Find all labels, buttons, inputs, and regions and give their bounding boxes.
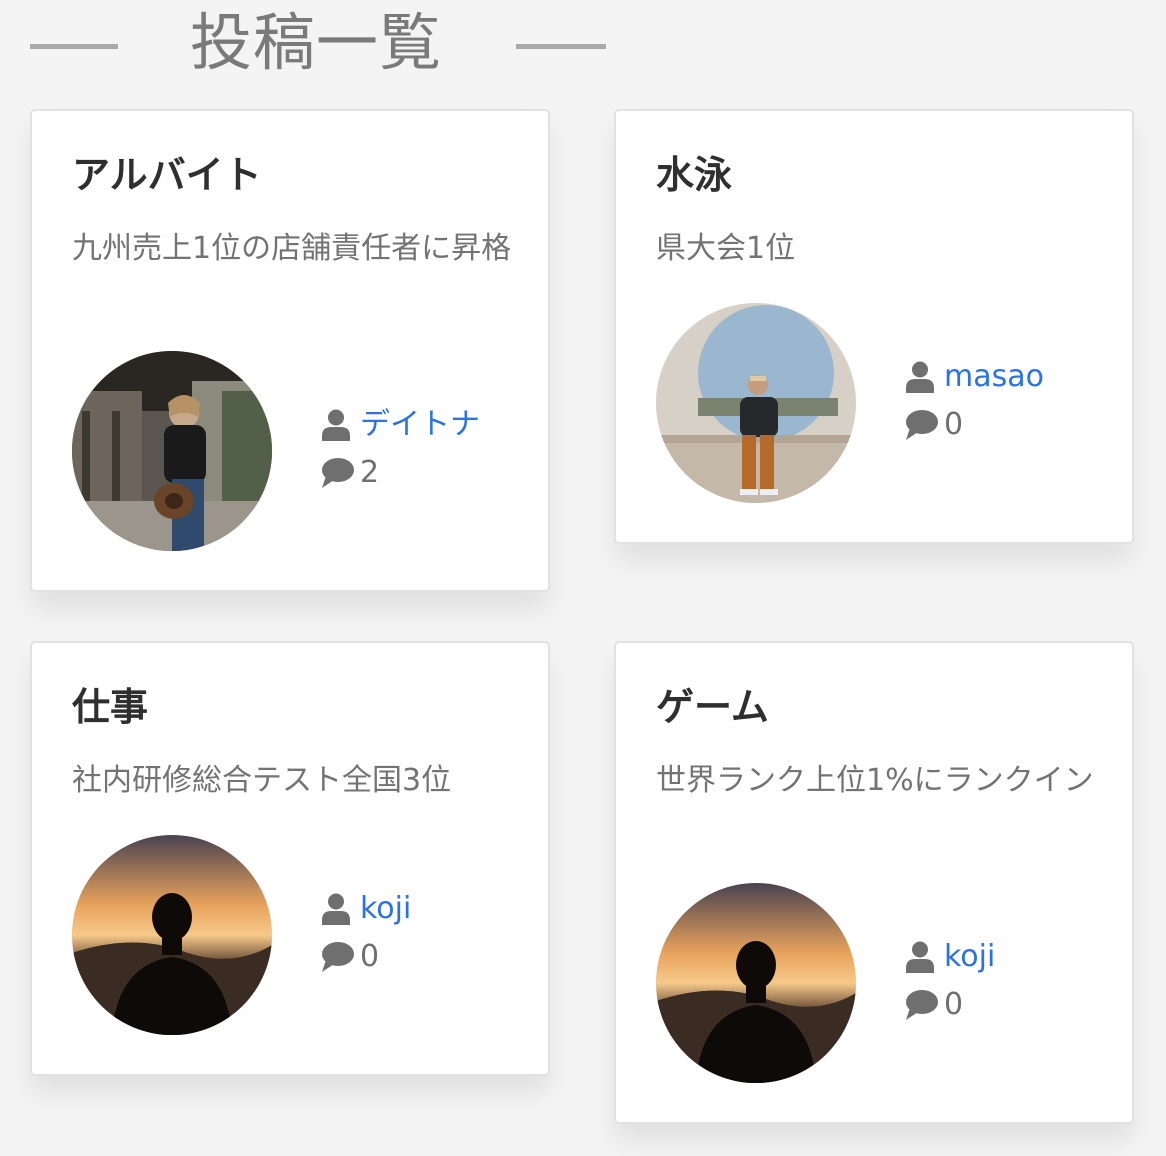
comment-icon	[906, 408, 940, 442]
post-title[interactable]: 仕事	[72, 683, 148, 731]
comment-row: 2	[322, 449, 542, 497]
comment-row: 0	[906, 401, 1126, 449]
post-meta: koji 0	[906, 933, 1126, 1029]
user-icon	[322, 408, 356, 442]
author-avatar[interactable]	[72, 835, 272, 1035]
post-title[interactable]: 水泳	[656, 151, 732, 199]
heading-decoration-right	[516, 44, 606, 49]
page-header: 投稿一覧	[30, 0, 606, 90]
post-meta: masao 0	[906, 353, 1126, 449]
man-sitting-photo	[656, 303, 856, 503]
woman-with-hat-photo	[72, 351, 272, 551]
author-row: koji	[906, 933, 1126, 981]
author-row: masao	[906, 353, 1126, 401]
author-link[interactable]: koji	[360, 889, 411, 929]
page-title: 投稿一覧	[190, 6, 443, 79]
post-description: 世界ランク上位1%にランクイン	[656, 763, 1094, 798]
post-card[interactable]: 仕事 社内研修総合テスト全国3位 koji 0	[30, 641, 550, 1076]
comment-icon	[322, 456, 356, 490]
user-icon	[906, 940, 940, 974]
comment-count: 2	[360, 455, 380, 490]
comment-count: 0	[944, 987, 964, 1022]
sunset-silhouette-photo	[656, 883, 856, 1083]
author-avatar[interactable]	[656, 883, 856, 1083]
author-link[interactable]: masao	[944, 357, 1044, 397]
author-link[interactable]: koji	[944, 937, 995, 977]
post-card[interactable]: 水泳 県大会1位 masao 0	[614, 109, 1134, 544]
post-description: 県大会1位	[656, 231, 796, 266]
post-meta: koji 0	[322, 885, 542, 981]
post-meta: デイトナ 2	[322, 401, 542, 497]
user-icon	[322, 892, 356, 926]
heading-decoration-left	[30, 44, 118, 49]
author-avatar[interactable]	[656, 303, 856, 503]
comment-icon	[322, 940, 356, 974]
post-title[interactable]: ゲーム	[656, 683, 769, 731]
post-title[interactable]: アルバイト	[72, 151, 262, 199]
comment-icon	[906, 988, 940, 1022]
comment-count: 0	[360, 939, 380, 974]
post-card[interactable]: アルバイト 九州売上1位の店舗責任者に昇格 デイトナ 2	[30, 109, 550, 592]
comment-row: 0	[906, 981, 1126, 1029]
comment-count: 0	[944, 407, 964, 442]
post-card[interactable]: ゲーム 世界ランク上位1%にランクイン koji 0	[614, 641, 1134, 1124]
author-row: デイトナ	[322, 401, 542, 449]
sunset-silhouette-photo	[72, 835, 272, 1035]
author-row: koji	[322, 885, 542, 933]
user-icon	[906, 360, 940, 394]
post-description: 九州売上1位の店舗責任者に昇格	[72, 231, 512, 266]
author-link[interactable]: デイトナ	[360, 405, 480, 445]
author-avatar[interactable]	[72, 351, 272, 551]
comment-row: 0	[322, 933, 542, 981]
post-description: 社内研修総合テスト全国3位	[72, 763, 452, 798]
